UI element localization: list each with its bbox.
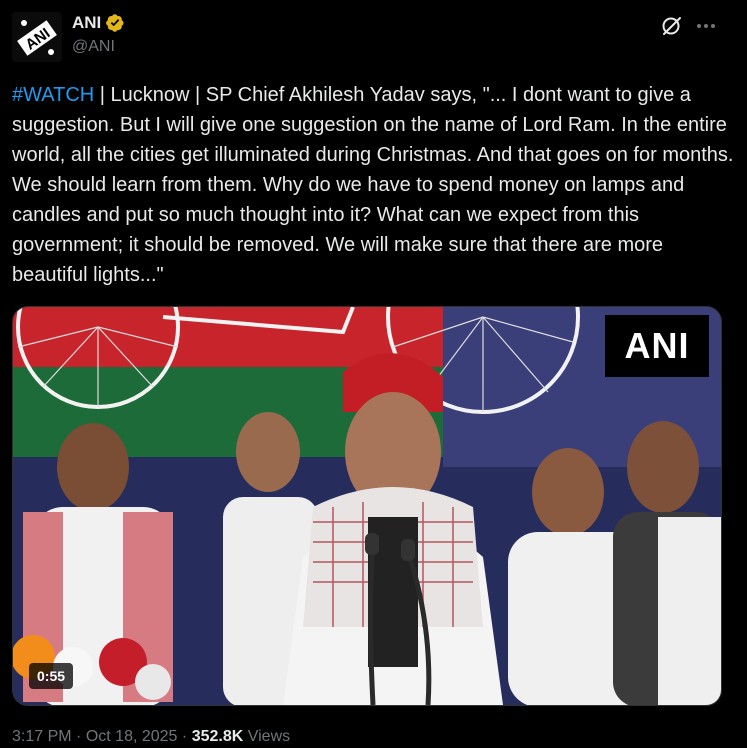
video-duration-badge: 0:55	[29, 663, 74, 689]
tweet-text: #WATCH | Lucknow | SP Chief Akhilesh Yad…	[12, 80, 734, 290]
tweet-date[interactable]: Oct 18, 2025	[86, 728, 178, 745]
meta-separator: ·	[76, 728, 82, 745]
author-handle[interactable]: @ANI	[72, 37, 115, 57]
author-name-row[interactable]: ANI	[72, 13, 125, 33]
tweet[interactable]: ANI ANI @ANI #WATCH | Lucknow | SP Chief…	[0, 0, 747, 748]
more-options-icon[interactable]	[694, 14, 718, 38]
video-player[interactable]: ANI 0:55	[12, 306, 722, 706]
grok-icon[interactable]	[660, 14, 684, 38]
tweet-time[interactable]: 3:17 PM	[12, 728, 72, 745]
ani-watermark: ANI	[605, 315, 709, 377]
tweet-meta: 3:17 PM · Oct 18, 2025 · 352.8K Views	[12, 726, 290, 748]
author-name[interactable]: ANI	[72, 13, 101, 33]
verified-badge-icon	[106, 14, 124, 32]
tweet-body: | Lucknow | SP Chief Akhilesh Yadav says…	[12, 84, 740, 286]
views-label: Views	[247, 728, 291, 745]
ani-logo-icon: ANI	[12, 12, 62, 62]
hashtag-link[interactable]: #WATCH	[12, 84, 94, 106]
meta-separator: ·	[181, 728, 188, 745]
views-count: 352.8K	[191, 728, 244, 745]
author-avatar[interactable]: ANI	[12, 12, 62, 62]
